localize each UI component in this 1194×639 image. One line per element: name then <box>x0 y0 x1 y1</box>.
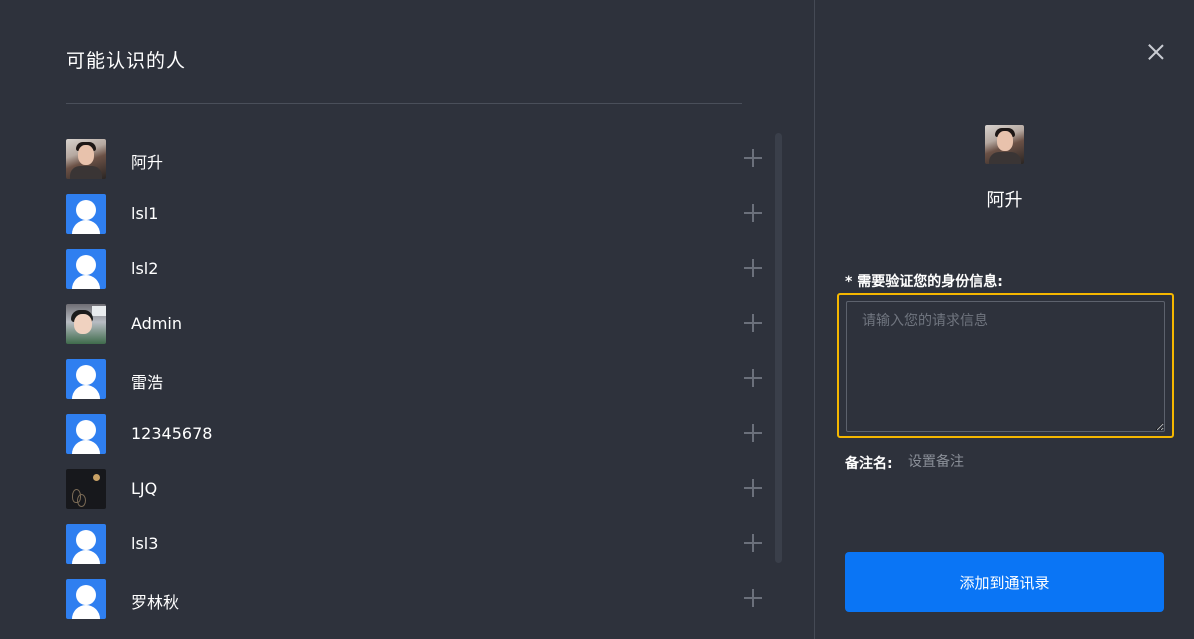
plus-icon[interactable] <box>744 314 762 332</box>
request-label: * 需要验证您的身份信息: <box>845 274 1003 290</box>
suggested-contacts-panel: 可能认识的人 阿升 lsl1 lsl2 Admin 雷浩 12345678 LJ… <box>0 0 814 639</box>
contact-name: lsl3 <box>131 534 159 553</box>
contact-avatar <box>66 139 106 179</box>
plus-icon[interactable] <box>744 534 762 552</box>
contact-row-9[interactable]: 罗林秋 <box>66 571 766 626</box>
remark-input[interactable] <box>908 451 1158 473</box>
contact-avatar <box>66 304 106 344</box>
contact-row-6[interactable]: 12345678 <box>66 406 766 461</box>
contact-name: 雷浩 <box>131 373 164 392</box>
add-to-contacts-button[interactable]: 添加到通讯录 <box>845 552 1164 612</box>
plus-icon[interactable] <box>744 479 762 497</box>
contact-list: 阿升 lsl1 lsl2 Admin 雷浩 12345678 LJQ lsl3 … <box>66 131 766 626</box>
contact-row-1[interactable]: 阿升 <box>66 131 766 186</box>
contact-row-2[interactable]: lsl1 <box>66 186 766 241</box>
default-user-icon <box>66 579 106 619</box>
contact-name: lsl1 <box>131 204 159 223</box>
default-user-icon <box>66 524 106 564</box>
contact-row-3[interactable]: lsl2 <box>66 241 766 296</box>
plus-icon[interactable] <box>744 424 762 442</box>
profile-avatar <box>985 125 1024 164</box>
plus-icon[interactable] <box>744 259 762 277</box>
list-scrollbar[interactable] <box>775 133 782 563</box>
plus-icon[interactable] <box>744 369 762 387</box>
request-message-input[interactable] <box>846 301 1165 432</box>
contact-name: 罗林秋 <box>131 593 180 612</box>
title-divider <box>66 103 742 104</box>
remark-label: 备注名: <box>845 456 893 472</box>
contact-name: LJQ <box>131 479 158 498</box>
contact-name: 12345678 <box>131 424 213 443</box>
contact-avatar <box>66 469 106 509</box>
contact-row-4[interactable]: Admin <box>66 296 766 351</box>
default-user-icon <box>66 359 106 399</box>
contact-row-5[interactable]: 雷浩 <box>66 351 766 406</box>
plus-icon[interactable] <box>744 589 762 607</box>
contact-row-7[interactable]: LJQ <box>66 461 766 516</box>
request-field-highlight <box>837 293 1174 438</box>
plus-icon[interactable] <box>744 149 762 167</box>
contact-name: Admin <box>131 314 182 333</box>
contact-row-8[interactable]: lsl3 <box>66 516 766 571</box>
plus-icon[interactable] <box>744 204 762 222</box>
default-user-icon <box>66 194 106 234</box>
default-user-icon <box>66 249 106 289</box>
close-icon[interactable] <box>1148 44 1164 60</box>
contact-name: 阿升 <box>131 153 164 172</box>
profile-name: 阿升 <box>986 190 1023 211</box>
panel-title: 可能认识的人 <box>66 50 187 72</box>
add-contact-panel: 阿升 * 需要验证您的身份信息: 备注名: 添加到通讯录 <box>815 0 1194 639</box>
contact-name: lsl2 <box>131 259 159 278</box>
default-user-icon <box>66 414 106 454</box>
